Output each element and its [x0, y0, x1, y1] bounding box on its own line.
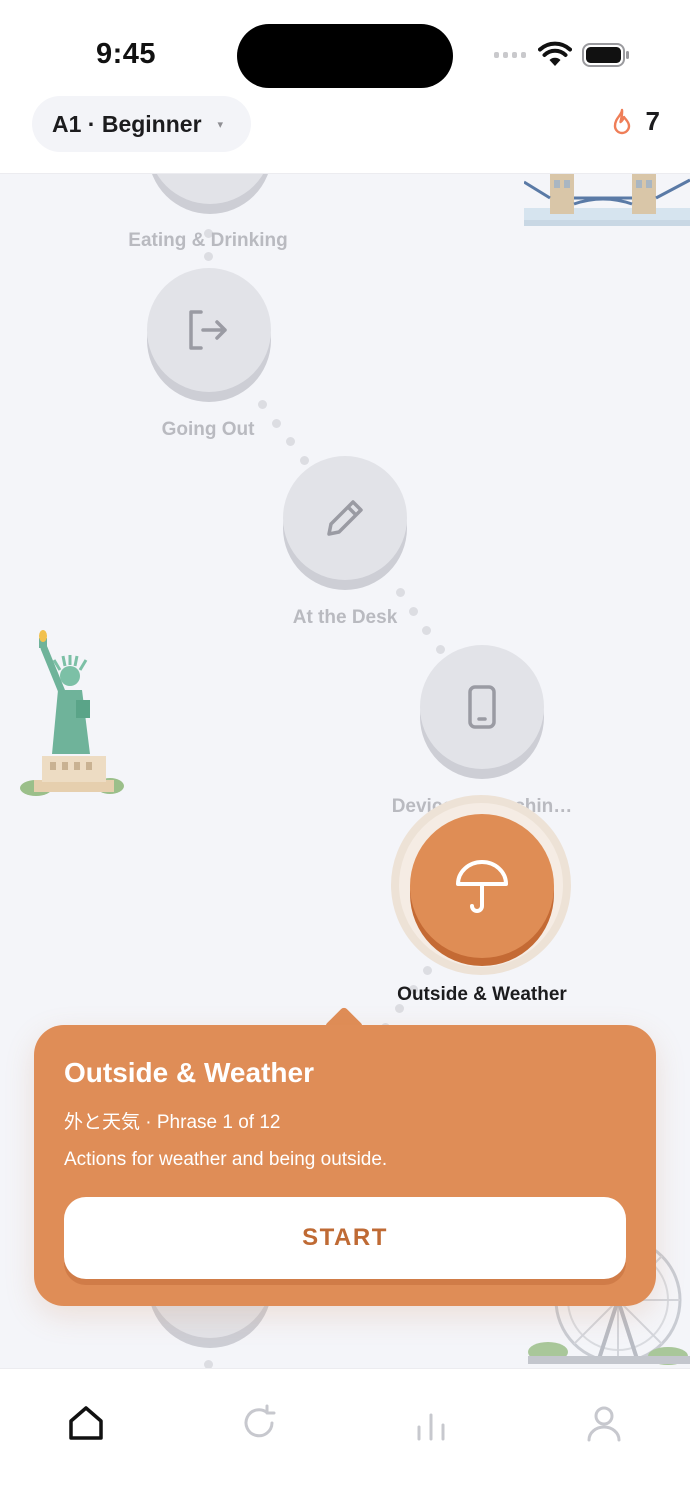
battery-icon: [582, 43, 629, 67]
streak-count: 7: [645, 106, 660, 136]
lesson-popup-card: Outside & Weather 外と天気 · Phrase 1 of 12 …: [34, 1025, 656, 1306]
level-selector[interactable]: A1 · Beginner ▾: [32, 96, 252, 152]
exit-icon: [189, 310, 227, 350]
bottom-tab-bar: [0, 1368, 690, 1500]
profile-icon: [587, 1406, 621, 1442]
phone-icon: [468, 685, 496, 729]
status-bar: 9:45: [0, 0, 690, 96]
lesson-node-outside-weather[interactable]: [410, 814, 554, 966]
stats-icon: [417, 1413, 445, 1441]
popup-description: Actions for weather and being outside.: [64, 1149, 388, 1170]
lesson-node-at-the-desk[interactable]: [283, 456, 407, 590]
tab-stats[interactable]: [409, 1401, 453, 1445]
tab-home[interactable]: [64, 1401, 108, 1445]
lesson-node-eating-drinking[interactable]: [148, 174, 272, 214]
tab-profile[interactable]: [582, 1401, 626, 1445]
refresh-icon: [244, 1404, 276, 1438]
home-icon: [69, 1406, 103, 1440]
umbrella-icon: [456, 860, 508, 913]
status-time: 9:45: [96, 38, 157, 70]
lesson-node-devices-machines[interactable]: [420, 645, 544, 779]
statue-of-liberty-landmark: [20, 630, 124, 796]
cellular-signal-icon: [494, 52, 526, 58]
caret-down-icon: ▾: [217, 118, 224, 131]
popup-subtitle: 外と天気 · Phrase 1 of 12: [64, 1112, 281, 1133]
pencil-icon: [327, 500, 363, 536]
popup-title: Outside & Weather: [64, 1057, 314, 1088]
start-button[interactable]: START: [64, 1197, 626, 1279]
wifi-icon: [538, 41, 572, 66]
lesson-label: Eating & Drinking: [128, 230, 288, 251]
streak-counter[interactable]: 7: [612, 106, 660, 137]
lesson-label: At the Desk: [292, 607, 398, 628]
tab-review[interactable]: [237, 1401, 281, 1445]
tower-bridge-landmark: [524, 174, 690, 226]
lesson-label: Going Out: [161, 419, 255, 440]
level-label: A1 · Beginner: [52, 110, 202, 137]
top-header: A1 · Beginner ▾ 7: [0, 96, 690, 174]
lesson-node-going-out[interactable]: [147, 268, 271, 402]
flame-icon: [613, 108, 630, 134]
active-lesson-label: Outside & Weather: [397, 984, 567, 1005]
dynamic-island: [237, 24, 453, 88]
